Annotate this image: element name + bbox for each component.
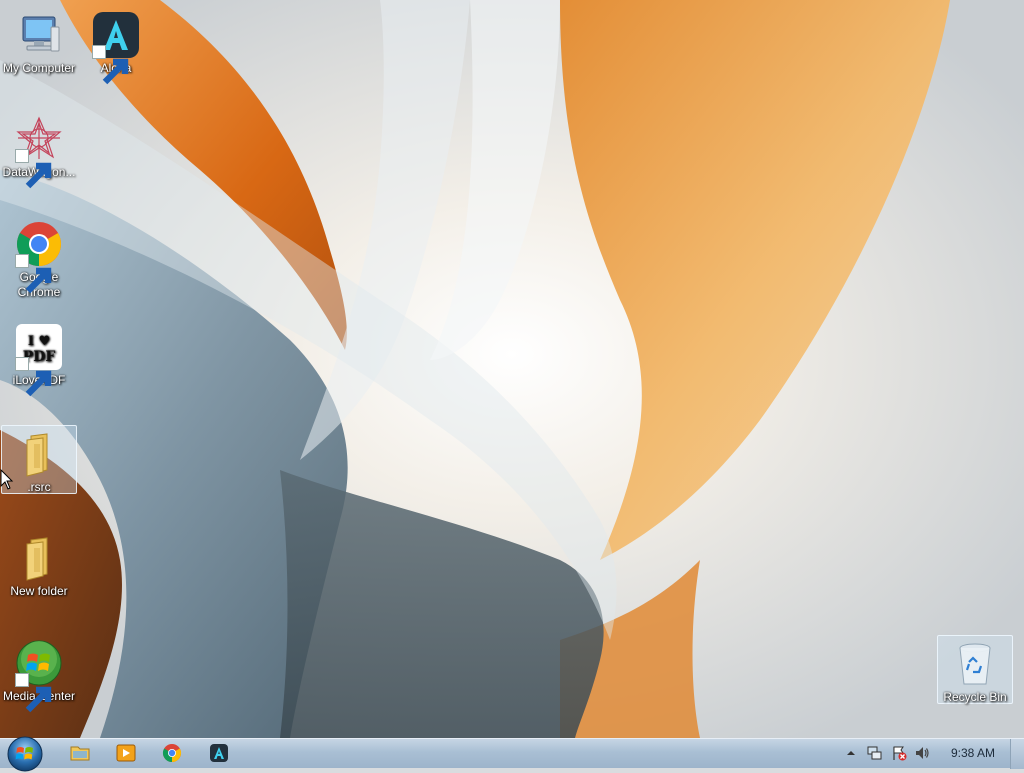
action-center-flag-icon[interactable] [891, 745, 907, 761]
taskbar-windows-explorer[interactable] [68, 742, 92, 764]
shortcut-arrow-icon [15, 357, 52, 397]
start-button[interactable] [6, 735, 44, 773]
show-hidden-icons-arrow[interactable] [843, 745, 859, 761]
taskbar-google-chrome[interactable] [160, 742, 184, 764]
desktop-icon-media-center[interactable]: Media Center [1, 634, 77, 713]
taskbar-clock[interactable]: 9:38 AM [942, 746, 1004, 760]
aloha-icon [210, 744, 228, 762]
recycle-bin-icon [951, 640, 999, 688]
shortcut-arrow-icon [92, 45, 129, 85]
desktop-icon-google-chrome[interactable]: Google Chrome [1, 215, 77, 301]
aloha-icon [92, 11, 140, 85]
media-player-icon [116, 744, 136, 762]
shortcut-arrow-icon [15, 254, 52, 294]
desktop-wallpaper [0, 0, 1024, 738]
datawagon-icon [15, 115, 63, 189]
folder-icon [15, 430, 63, 478]
shortcut-arrow-icon [15, 673, 52, 713]
shortcut-arrow-icon [15, 149, 52, 189]
media-center-icon [15, 639, 63, 713]
desktop-icon-my-computer[interactable]: My Computer [1, 6, 77, 77]
folder-icon [70, 746, 90, 761]
desktop-icon-recycle-bin[interactable]: Recycle Bin [937, 635, 1013, 704]
windows-orb-icon [7, 736, 43, 772]
volume-icon[interactable] [914, 745, 930, 761]
desktop-icon-label: Recycle Bin [943, 690, 1007, 704]
chrome-icon [15, 220, 63, 294]
taskbar: 9:38 AM [0, 736, 1024, 772]
desktop-icon-aloha[interactable]: Aloha [78, 6, 154, 85]
network-icon[interactable] [866, 745, 882, 761]
taskbar-media-player[interactable] [114, 742, 138, 764]
folder-icon [15, 534, 63, 582]
desktop-icon-new-folder[interactable]: New folder [1, 529, 77, 600]
taskbar-aloha[interactable] [207, 742, 231, 764]
ilovepdf-icon: I ♥ PDF [15, 323, 63, 397]
mouse-cursor-icon [0, 469, 14, 490]
desktop-icon-datawagon[interactable]: DataWagon... [1, 110, 77, 189]
computer-icon [15, 11, 63, 59]
desktop-icon-label: My Computer [2, 61, 76, 75]
svg-text:I ♥: I ♥ [28, 334, 50, 349]
desktop-icon-label: New folder [10, 584, 68, 598]
desktop-icon-ilovepdf[interactable]: I ♥ PDF iLovePDF [1, 318, 77, 397]
show-desktop-button[interactable] [1010, 739, 1024, 769]
chrome-icon [162, 744, 182, 762]
